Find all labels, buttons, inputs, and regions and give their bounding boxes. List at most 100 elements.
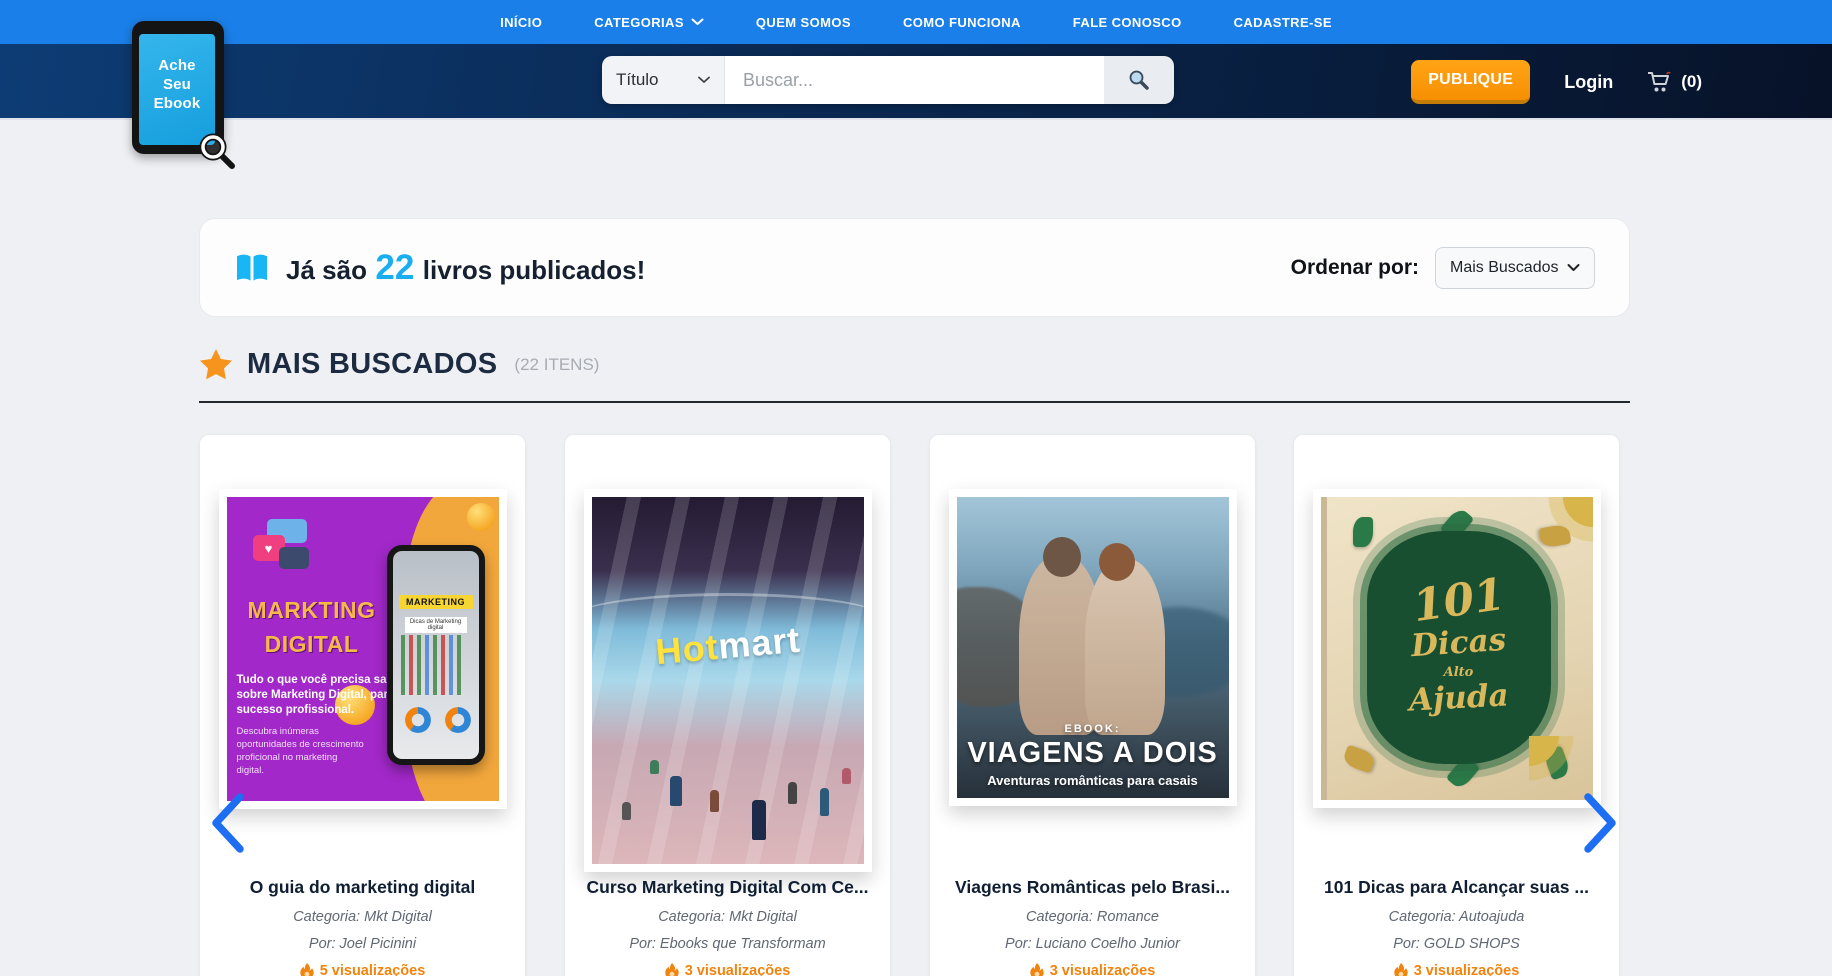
- books-count: 22: [375, 248, 414, 287]
- magnifier-icon: [196, 130, 236, 170]
- search-icon: [1127, 68, 1151, 92]
- person-silhouette: [1085, 559, 1165, 735]
- leaf-ornament: [1353, 517, 1373, 547]
- section-item-count: (22 ITENS): [514, 355, 599, 375]
- cover-title-line: Dicas: [1410, 622, 1507, 665]
- top-navigation: INÍCIO CATEGORIAS QUEM SOMOS COMO FUNCIO…: [0, 0, 1832, 44]
- cover-title-line: 101: [1410, 573, 1507, 629]
- crowd-graphic: [592, 714, 864, 864]
- emoji-icon: [467, 503, 495, 531]
- book-category: Categoria: Autoajuda: [1308, 909, 1605, 925]
- login-link[interactable]: Login: [1564, 72, 1613, 93]
- book-card[interactable]: Hotmart Curso Marketing Digital Com Ce..…: [564, 434, 891, 976]
- cart-button[interactable]: (0): [1647, 70, 1702, 94]
- cart-count: (0): [1681, 72, 1702, 92]
- chat-bubble-icon: [279, 547, 309, 569]
- book-card[interactable]: EBOOK: VIAGENS A DOIS Aventuras romântic…: [929, 434, 1256, 976]
- book-info: O guia do marketing digital Categoria: M…: [200, 877, 525, 976]
- cover-phone-graphic: MARKETING Dicas de Marketing digital: [387, 545, 485, 765]
- cover-title: VIAGENS A DOIS: [957, 737, 1229, 770]
- book-cover[interactable]: ♥ MARKTING DIGITAL Tudo o que você preci…: [219, 489, 507, 809]
- chevron-left-icon: [206, 790, 250, 856]
- publish-button[interactable]: PUBLIQUE: [1411, 60, 1530, 104]
- book-views: 3 visualizações: [579, 963, 876, 976]
- section-divider: [199, 401, 1630, 403]
- search-input[interactable]: [725, 56, 1104, 104]
- leaf-ornament: [1538, 524, 1571, 549]
- book-title[interactable]: O guia do marketing digital: [214, 877, 511, 898]
- leaf-ornament: [1542, 745, 1571, 780]
- logo-phone-shape: Ache Seu Ebook: [132, 21, 224, 154]
- nav-como-funciona[interactable]: COMO FUNCIONA: [903, 15, 1021, 30]
- star-icon: [200, 349, 232, 380]
- book-card[interactable]: ♥ MARKTING DIGITAL Tudo o que você preci…: [199, 434, 526, 976]
- chevron-down-icon: [691, 18, 704, 26]
- page: INÍCIO CATEGORIAS QUEM SOMOS COMO FUNCIO…: [0, 0, 1832, 976]
- cover-phone-label: MARKETING: [399, 595, 473, 609]
- book-category: Categoria: Mkt Digital: [579, 909, 876, 925]
- book-title[interactable]: Viagens Românticas pelo Brasi...: [944, 877, 1241, 898]
- book-info: 101 Dicas para Alcançar suas ... Categor…: [1294, 877, 1619, 976]
- book-views: 3 visualizações: [1308, 963, 1605, 976]
- cover-viagens-a-dois: EBOOK: VIAGENS A DOIS Aventuras romântic…: [957, 497, 1229, 798]
- cover-phone-subtext: Dicas de Marketing digital: [405, 617, 467, 633]
- nav-quem-somos[interactable]: QUEM SOMOS: [756, 15, 851, 30]
- flame-icon: [665, 963, 679, 976]
- flame-icon: [1030, 963, 1044, 976]
- stats-bar: Já são 22 livros publicados! Ordenar por…: [199, 218, 1630, 317]
- published-count: Já são 22 livros publicados!: [234, 248, 645, 288]
- cart-icon: [1647, 70, 1673, 94]
- cover-title-line: Alto: [1444, 665, 1474, 680]
- book-title[interactable]: Curso Marketing Digital Com Ce...: [579, 877, 876, 898]
- header-actions: PUBLIQUE Login (0): [1411, 44, 1702, 120]
- chevron-down-icon: [1567, 263, 1580, 272]
- cover-title-line: Ajuda: [1408, 677, 1509, 718]
- book-cover[interactable]: Hotmart: [584, 489, 872, 872]
- book-card[interactable]: 101 Dicas Alto Ajuda 101 Dicas para Alca…: [1293, 434, 1620, 976]
- mini-chart-graphic: [401, 635, 471, 695]
- flame-icon: [1394, 963, 1408, 976]
- chevron-down-icon: [698, 76, 710, 84]
- book-author: Por: Ebooks que Transformam: [579, 936, 876, 952]
- nav-fale-conosco[interactable]: FALE CONOSCO: [1073, 15, 1182, 30]
- sort-control: Ordenar por: Mais Buscados: [1291, 247, 1595, 289]
- book-info: Curso Marketing Digital Com Ce... Catego…: [565, 877, 890, 976]
- nav-categorias[interactable]: CATEGORIAS: [594, 15, 704, 30]
- book-cover[interactable]: EBOOK: VIAGENS A DOIS Aventuras romântic…: [949, 489, 1237, 806]
- person-silhouette: [1099, 543, 1135, 581]
- cover-heading: DIGITAL: [227, 631, 397, 658]
- book-category: Categoria: Romance: [944, 909, 1241, 925]
- cover-text-panel: 101 Dicas Alto Ajuda: [1367, 531, 1551, 764]
- search-button[interactable]: [1104, 56, 1174, 104]
- book-author: Por: Luciano Coelho Junior: [944, 936, 1241, 952]
- search-filter-select[interactable]: Título: [602, 56, 725, 104]
- book-title[interactable]: 101 Dicas para Alcançar suas ...: [1308, 877, 1605, 898]
- cover-kicker: EBOOK:: [957, 723, 1229, 735]
- sort-label: Ordenar por:: [1291, 256, 1419, 280]
- leaf-ornament: [1341, 744, 1376, 773]
- person-silhouette: [1043, 537, 1081, 577]
- cover-text-block: EBOOK: VIAGENS A DOIS Aventuras romântic…: [957, 723, 1229, 788]
- chevron-right-icon: [1578, 790, 1622, 856]
- logo-screen: Ache Seu Ebook: [139, 34, 215, 145]
- book-cover[interactable]: 101 Dicas Alto Ajuda: [1313, 489, 1601, 808]
- book-info: Viagens Românticas pelo Brasi... Categor…: [930, 877, 1255, 976]
- logo-text-line: Ache: [158, 56, 195, 75]
- site-logo[interactable]: Ache Seu Ebook: [132, 21, 224, 154]
- cover-marketing-digital: ♥ MARKTING DIGITAL Tudo o que você preci…: [227, 497, 499, 801]
- donut-chart-icon: [445, 707, 471, 733]
- cover-body-text: Descubra inúmeras oportunidades de cresc…: [237, 725, 367, 777]
- book-author: Por: Joel Picinini: [214, 936, 511, 952]
- section-heading: MAIS BUSCADOS (22 ITENS): [200, 348, 599, 381]
- nav-inicio[interactable]: INÍCIO: [500, 15, 542, 30]
- sort-select[interactable]: Mais Buscados: [1435, 247, 1595, 289]
- cover-hotmart: Hotmart: [592, 497, 864, 864]
- search-bar: Título: [602, 56, 1174, 104]
- carousel-prev-button[interactable]: [206, 790, 250, 859]
- book-category: Categoria: Mkt Digital: [214, 909, 511, 925]
- nav-cadastre-se[interactable]: CADASTRE-SE: [1234, 15, 1332, 30]
- carousel-next-button[interactable]: [1578, 790, 1622, 859]
- donut-chart-icon: [405, 707, 431, 733]
- cover-101-dicas: 101 Dicas Alto Ajuda: [1321, 497, 1593, 800]
- cover-subtitle: Aventuras românticas para casais: [957, 773, 1229, 788]
